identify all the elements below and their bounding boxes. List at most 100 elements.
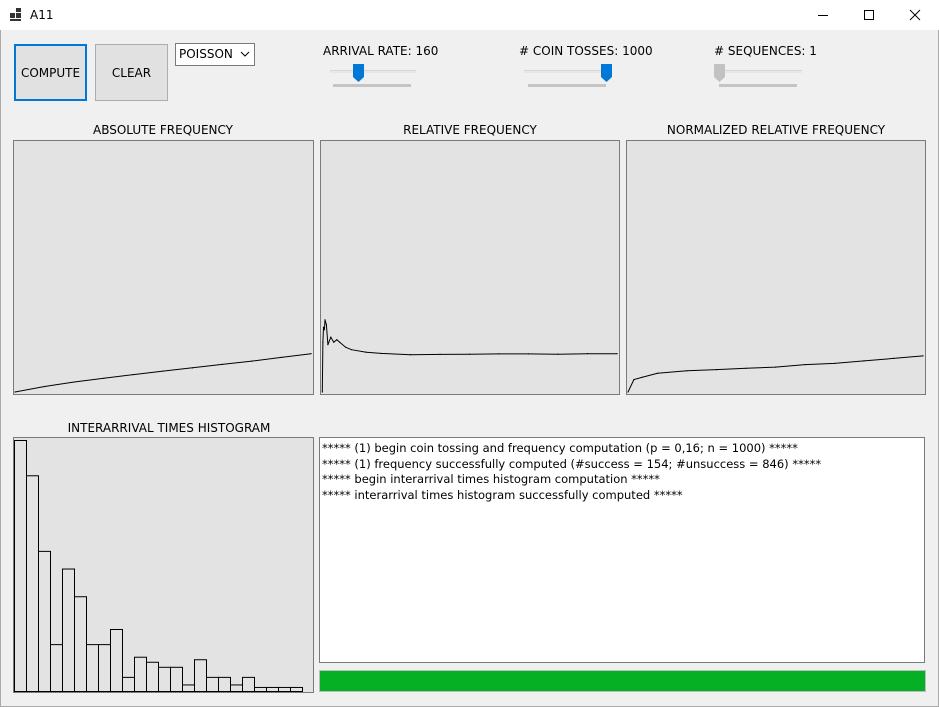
histogram-bar — [182, 684, 195, 693]
normalized-frequency-data-point — [656, 372, 659, 374]
coin-tosses-label: # COIN TOSSES: 1000 — [519, 44, 653, 58]
relative-frequency-data-point — [325, 324, 328, 326]
coin-tosses-slider-thumb[interactable] — [601, 64, 612, 82]
histogram-bar — [242, 676, 255, 693]
arrival-rate-slider-thumb[interactable] — [353, 64, 364, 82]
histogram-plot — [14, 440, 303, 693]
absolute-frequency-data-point — [44, 385, 46, 388]
close-button[interactable] — [892, 0, 938, 30]
absolute-frequency-data-point — [221, 363, 223, 365]
histogram-bar — [86, 644, 99, 692]
absolute-frequency-data-point — [280, 356, 282, 358]
histogram-bar — [218, 676, 231, 693]
relative-frequency-data-point — [350, 349, 353, 351]
compute-button[interactable]: COMPUTE — [14, 44, 87, 101]
normalized-frequency-series-line — [627, 355, 924, 393]
relative-frequency-data-point — [616, 353, 618, 355]
relative-frequency-title: RELATIVE FREQUENCY — [403, 123, 537, 137]
histogram-bar — [110, 629, 123, 692]
distribution-select[interactable]: POISSON — [175, 43, 255, 66]
arrival-rate-label: ARRIVAL RATE: 160 — [323, 44, 439, 58]
histogram-bar — [266, 686, 279, 693]
relative-frequency-data-point — [380, 352, 382, 355]
histogram-bar — [158, 666, 171, 693]
sequences-slider-thumb[interactable] — [714, 64, 725, 82]
normalized-frequency-data-point — [715, 368, 718, 371]
minimize-button[interactable] — [800, 0, 846, 30]
log-line: ***** begin interarrival times histogram… — [322, 472, 660, 486]
normalized-frequency-data-point — [863, 360, 865, 362]
histogram-bar — [290, 686, 303, 693]
relative-frequency-data-point — [322, 341, 324, 343]
histogram-bar — [74, 596, 87, 693]
histogram-bar — [122, 676, 135, 693]
relative-frequency-plot — [321, 319, 618, 393]
sequences-label: # SEQUENCES: 1 — [714, 44, 817, 58]
title-bar[interactable]: A11 — [0, 0, 939, 30]
normalized-frequency-plot — [627, 355, 924, 393]
histogram-bar — [62, 568, 75, 693]
absolute-frequency-data-point — [73, 381, 75, 383]
absolute-frequency-title: ABSOLUTE FREQUENCY — [93, 123, 233, 137]
normalized-frequency-data-point — [642, 376, 644, 378]
histogram-bar — [98, 644, 111, 692]
maximize-icon — [864, 10, 874, 20]
normalized-frequency-data-point — [804, 364, 806, 366]
maximize-button[interactable] — [846, 0, 892, 30]
relative-frequency-data-point — [527, 353, 530, 355]
histogram-bar — [194, 659, 207, 693]
clear-button[interactable]: CLEAR — [95, 44, 168, 101]
absolute-frequency-data-point — [251, 360, 253, 362]
histogram-bar — [230, 684, 243, 693]
absolute-frequency-data-point — [14, 391, 16, 393]
normalized-frequency-data-point — [627, 391, 629, 393]
normalized-frequency-data-point — [922, 355, 924, 357]
log-line: ***** (1) frequency successfully compute… — [322, 456, 822, 471]
relative-frequency-data-point — [330, 336, 332, 338]
normalized-frequency-data-point — [774, 366, 777, 368]
normalized-frequency-data-point — [892, 357, 895, 359]
relative-frequency-data-point — [321, 391, 323, 393]
histogram-chart — [13, 437, 314, 693]
histogram-title: INTERARRIVAL TIMES HISTOGRAM — [67, 421, 271, 435]
relative-frequency-data-point — [498, 353, 500, 355]
absolute-frequency-data-point — [132, 373, 134, 376]
normalized-frequency-data-point — [833, 362, 836, 364]
progress-bar — [319, 670, 926, 692]
chevron-down-icon — [240, 51, 250, 57]
relative-frequency-data-point — [327, 344, 329, 346]
relative-frequency-data-point — [333, 341, 335, 343]
close-icon — [909, 9, 921, 21]
log-line: ***** (1) begin coin tossing and frequen… — [322, 441, 798, 455]
app-icon — [10, 8, 24, 22]
absolute-frequency-data-point — [162, 370, 164, 372]
relative-frequency-data-point — [336, 339, 338, 341]
histogram-bar — [146, 661, 159, 692]
relative-frequency-data-point — [557, 353, 559, 355]
histogram-bar — [254, 686, 267, 693]
absolute-frequency-data-point — [192, 367, 194, 369]
relative-frequency-data-point — [345, 346, 347, 348]
histogram-bar — [170, 666, 183, 693]
normalized-frequency-chart — [626, 140, 926, 395]
relative-frequency-data-point — [439, 353, 441, 356]
normalized-frequency-title: NORMALIZED RELATIVE FREQUENCY — [666, 123, 886, 137]
distribution-select-value: POISSON — [179, 47, 233, 61]
absolute-frequency-data-point — [310, 353, 312, 355]
relative-frequency-data-point — [409, 354, 412, 356]
normalized-frequency-data-point — [745, 367, 747, 369]
window-title: A11 — [30, 8, 54, 22]
relative-frequency-data-point — [324, 319, 326, 321]
histogram-bar — [26, 475, 39, 692]
relative-frequency-data-point — [586, 353, 589, 355]
log-textbox[interactable]: ***** (1) begin coin tossing and frequen… — [319, 437, 925, 663]
progress-bar-fill — [320, 671, 925, 691]
histogram-bar — [278, 686, 291, 693]
log-line: ***** interarrival times histogram succe… — [322, 487, 683, 502]
relative-frequency-data-point — [339, 341, 341, 343]
histogram-bar — [50, 644, 63, 692]
relative-frequency-chart — [320, 140, 620, 395]
normalized-frequency-data-point — [633, 378, 635, 381]
relative-frequency-data-point — [322, 326, 325, 328]
relative-frequency-data-point — [365, 351, 367, 353]
